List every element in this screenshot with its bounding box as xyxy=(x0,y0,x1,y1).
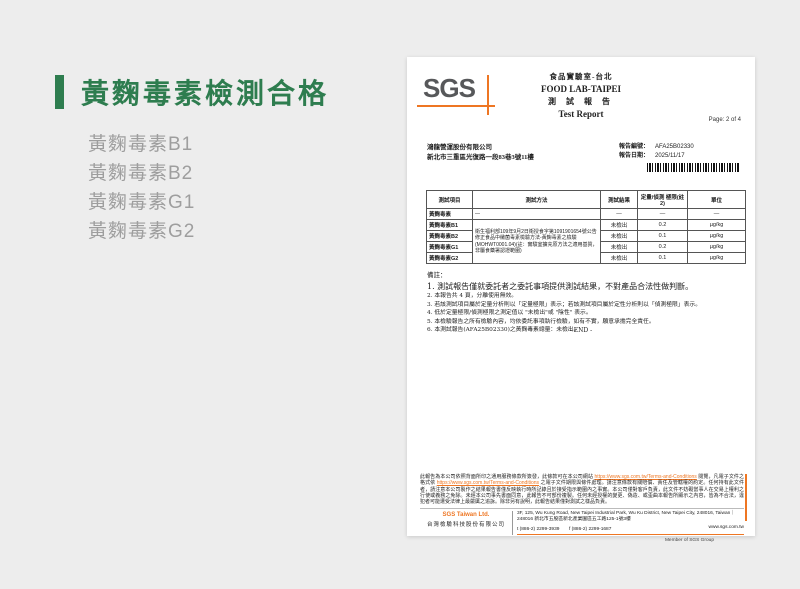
cell-item: 黃麴毒素G2 xyxy=(427,253,473,264)
cell-limit: 0.2 xyxy=(638,220,688,231)
cell-method-text: 衛生福利部109年9月2日衛授食字第1091901654號公告修正食品中黴菌毒素… xyxy=(473,220,601,264)
cell-unit: µg/kg xyxy=(688,253,746,264)
member-of-sgs-group: Member of SGS Group xyxy=(420,538,744,543)
terms-link[interactable]: https://www.sgs.com.tw/Terms-and-Conditi… xyxy=(437,480,539,486)
client-address: 新北市三重區光復路一段83巷3號11樓 xyxy=(427,153,534,163)
phone-web-row: t (886-2) 2299-3939 f (886-2) 2299-1687 … xyxy=(517,525,744,535)
green-accent-bar xyxy=(55,75,64,109)
client-name: 鴻龍營運股份有限公司 xyxy=(427,143,534,153)
panel-title-row: 黃麴毒素檢測合格 xyxy=(55,72,385,112)
list-item-g1: 黃麴毒素G1 xyxy=(88,188,385,217)
cell-result: — xyxy=(601,209,638,220)
cell-unit: µg/kg xyxy=(688,220,746,231)
cell-limit: 0.1 xyxy=(638,231,688,242)
notes-label: 備註： xyxy=(427,269,741,279)
cell-item: 黃麴毒素 xyxy=(427,209,473,220)
col-header-result: 測試結果 xyxy=(601,191,638,209)
company-name-en: SGS Taiwan Ltd. xyxy=(420,512,512,518)
col-header-method: 測試方法 xyxy=(473,191,601,209)
cell-unit: — xyxy=(688,209,746,220)
note-5: 5. 本檢驗報告之所有檢驗內容，均依委託事項執行檢驗，如有不實，願意承擔完全責任… xyxy=(427,318,741,327)
list-item-g2: 黃麴毒素G2 xyxy=(88,217,385,246)
note-4: 4. 低於定量極限/偵測極限之測定值以 "未檢出"或 "陰性" 表示。 xyxy=(427,309,741,318)
cell-result: 未檢出 xyxy=(601,220,638,231)
company-contact: 3F, 125, Wu Kung Road, New Taipei Indust… xyxy=(512,511,744,535)
aflatoxin-summary-panel: 黃麴毒素檢測合格 黃麴毒素B1 黃麴毒素B2 黃麴毒素G1 黃麴毒素G2 xyxy=(55,72,385,246)
cell-result: 未檢出 xyxy=(601,242,638,253)
company-identity: SGS Taiwan Ltd. 台灣檢驗科技股份有限公司 xyxy=(420,511,512,535)
col-header-limit: 定量/偵測 極限(註2) xyxy=(638,191,688,209)
list-item-b1: 黃麴毒素B1 xyxy=(88,130,385,159)
note-3: 3. 若該測試項目屬於定量分析則以「定量極限」表示；若該測試項目屬於定性分析則以… xyxy=(427,301,741,310)
table-row: 黃麴毒素B1 衛生福利部109年9月2日衛授食字第1091901654號公告修正… xyxy=(427,220,746,231)
sgs-logo-text: SGS xyxy=(423,73,493,104)
cell-item: 黃麴毒素G1 xyxy=(427,242,473,253)
lab-name-en: FOOD LAB-TAIPEI xyxy=(491,84,671,94)
company-address: 3F, 125, Wu Kung Road, New Taipei Indust… xyxy=(517,511,744,523)
cell-item: 黃麴毒素B2 xyxy=(427,231,473,242)
report-date-row: 報告日期： 2025/11/17 xyxy=(619,152,694,161)
cell-result: 未檢出 xyxy=(601,231,638,242)
company-row: SGS Taiwan Ltd. 台灣檢驗科技股份有限公司 3F, 125, Wu… xyxy=(420,508,744,535)
cell-unit: µg/kg xyxy=(688,242,746,253)
col-header-item: 測試項目 xyxy=(427,191,473,209)
cell-limit: 0.2 xyxy=(638,242,688,253)
report-no-label: 報告編號： xyxy=(619,143,655,152)
cell-result: 未檢出 xyxy=(601,253,638,264)
note-1: 1. 測試報告僅就委託者之委託事項提供測試結果，不對產品合法性做判斷。 xyxy=(427,281,741,292)
report-title-en: Test Report xyxy=(491,109,671,119)
cell-item: 黃麴毒素B1 xyxy=(427,220,473,231)
list-item-b2: 黃麴毒素B2 xyxy=(88,159,385,188)
report-date-value: 2025/11/17 xyxy=(655,152,685,161)
report-header: 食品實驗室-台北 FOOD LAB-TAIPEI 測 試 報 告 Test Re… xyxy=(491,71,671,119)
page-number: Page: 2 of 4 xyxy=(709,117,741,123)
panel-title: 黃麴毒素檢測合格 xyxy=(81,72,329,112)
company-website[interactable]: www.sgs.com.tw xyxy=(709,525,744,532)
barcode xyxy=(647,163,739,172)
end-mark: - END - xyxy=(407,327,755,334)
sgs-logo-underline xyxy=(417,105,495,107)
company-name-zh: 台灣檢驗科技股份有限公司 xyxy=(420,520,512,528)
client-block: 鴻龍營運股份有限公司 新北市三重區光復路一段83巷3號11樓 xyxy=(427,143,534,163)
cell-limit: — xyxy=(638,209,688,220)
page-background: { "left_panel": { "title": "黃麴毒素檢測合格", "… xyxy=(0,0,800,589)
report-date-label: 報告日期： xyxy=(619,152,655,161)
lab-name-zh: 食品實驗室-台北 xyxy=(491,71,671,82)
note-2: 2. 本報告共 4 頁，分離使用無效。 xyxy=(427,292,741,301)
col-header-unit: 單位 xyxy=(688,191,746,209)
notes-section: 備註： 1. 測試報告僅就委託者之委託事項提供測試結果，不對產品合法性做判斷。 … xyxy=(427,269,741,335)
report-title-zh: 測 試 報 告 xyxy=(491,96,671,107)
cell-limit: 0.1 xyxy=(638,253,688,264)
cell-method: — xyxy=(473,209,601,220)
report-meta: 報告編號： AFA25B02330 報告日期： 2025/11/17 xyxy=(619,143,694,161)
cell-unit: µg/kg xyxy=(688,231,746,242)
results-table: 測試項目 測試方法 測試結果 定量/偵測 極限(註2) 單位 黃麴毒素 — — … xyxy=(426,190,746,264)
report-no-value: AFA25B02330 xyxy=(655,143,694,152)
footer-disclaimer: 此報告為本公司依照背面所印之通用服務條款所簽發，此條款可在本公司網站 https… xyxy=(420,474,744,505)
sgs-logo-vertical-line xyxy=(487,75,489,115)
footer-orange-vline xyxy=(745,474,747,521)
table-row: 黃麴毒素 — — — — xyxy=(427,209,746,220)
aflatoxin-item-list: 黃麴毒素B1 黃麴毒素B2 黃麴毒素G1 黃麴毒素G2 xyxy=(88,130,385,246)
sgs-test-report-page: SGS 食品實驗室-台北 FOOD LAB-TAIPEI 測 試 報 告 Tes… xyxy=(407,57,755,536)
table-header-row: 測試項目 測試方法 測試結果 定量/偵測 極限(註2) 單位 xyxy=(427,191,746,209)
report-no-row: 報告編號： AFA25B02330 xyxy=(619,143,694,152)
company-phones: t (886-2) 2299-3939 f (886-2) 2299-1687 xyxy=(517,525,611,532)
report-footer: 此報告為本公司依照背面所印之通用服務條款所簽發，此條款可在本公司網站 https… xyxy=(420,474,744,543)
sgs-logo: SGS xyxy=(423,73,493,104)
